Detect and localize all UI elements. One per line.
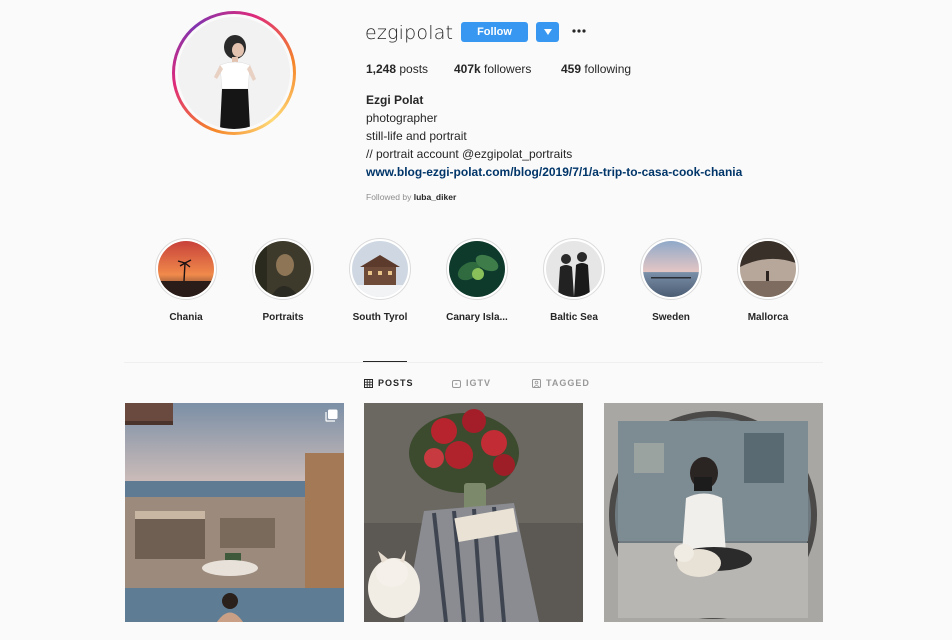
story-highlights: Chania Portraits South Tyrol Canary Isla… [0,238,952,328]
following-label: following [584,62,632,76]
highlight-ring [543,238,605,300]
highlight-cover [449,241,505,297]
tabs-divider [124,362,823,363]
highlight-item[interactable]: Portraits [238,238,328,323]
tagged-icon [532,378,541,388]
follow-button[interactable]: Follow [461,22,528,42]
highlight-cover [643,241,699,297]
tab-label: IGTV [466,378,492,388]
highlight-item[interactable]: Mallorca [723,238,813,323]
full-name: Ezgi Polat [366,93,424,107]
followers-stat[interactable]: 407k followers [454,62,531,76]
highlight-cover [158,241,214,297]
highlight-ring [252,238,314,300]
posts-stat: 1,248 posts [366,62,428,76]
post-thumbnail[interactable] [364,403,583,622]
post-image [604,403,823,622]
highlight-cover [740,241,796,297]
profile-avatar-ring[interactable] [172,11,296,135]
suggestions-dropdown-button[interactable] [536,22,559,42]
bio-line: // portrait account @ezgipolat_portraits [366,147,573,161]
bio-line: still-life and portrait [366,129,467,143]
followed-by-prefix: Followed by [366,192,412,202]
posts-label: posts [399,62,429,76]
highlight-item[interactable]: Canary Isla... [432,238,522,323]
highlight-ring [155,238,217,300]
followed-by[interactable]: Followed by luba_diker [366,192,456,202]
highlight-item[interactable]: Chania [141,238,231,323]
highlight-ring [737,238,799,300]
grid-icon [364,378,373,388]
tab-label: POSTS [378,378,414,388]
igtv-icon [452,379,461,388]
highlight-label: Mallorca [747,312,789,323]
more-options-button[interactable] [570,24,588,38]
highlight-cover [546,241,602,297]
following-stat[interactable]: 459 following [561,62,631,76]
highlight-label: South Tyrol [352,312,408,323]
highlight-label: Canary Isla... [446,312,508,323]
highlight-item[interactable]: Baltic Sea [529,238,619,323]
highlight-label: Portraits [262,312,304,323]
followed-by-user: luba_diker [413,192,457,202]
avatar-image [178,17,290,129]
highlight-cover [255,241,311,297]
chevron-down-icon [543,29,552,35]
bio-website-link[interactable]: www.blog-ezgi-polat.com/blog/2019/7/1/a-… [366,165,742,179]
posts-count: 1,248 [366,62,397,76]
more-options-icon [572,29,586,33]
tab-tagged[interactable]: TAGGED [532,378,590,388]
highlight-ring [446,238,508,300]
highlight-label: Sweden [652,312,690,323]
avatar-gap [175,14,293,132]
tab-posts[interactable]: POSTS [364,378,414,388]
highlight-cover [352,241,408,297]
post-image [364,403,583,622]
highlight-ring [640,238,702,300]
highlight-item[interactable]: Sweden [626,238,716,323]
post-thumbnail[interactable] [604,403,823,622]
tab-igtv[interactable]: IGTV [452,378,491,388]
post-image [125,403,344,622]
highlight-label: Chania [169,312,203,323]
followers-count: 407k [454,62,481,76]
active-tab-indicator [363,361,407,362]
tab-label: TAGGED [546,378,590,388]
highlight-ring [349,238,411,300]
following-count: 459 [561,62,582,76]
post-thumbnail[interactable] [125,403,344,622]
avatar[interactable] [178,17,290,129]
highlight-item[interactable]: South Tyrol [335,238,425,323]
bio-line: photographer [366,111,438,125]
followers-label: followers [484,62,532,76]
multiple-images-icon [325,409,338,422]
username: ezgipolat [365,22,454,44]
highlight-label: Baltic Sea [550,312,598,323]
